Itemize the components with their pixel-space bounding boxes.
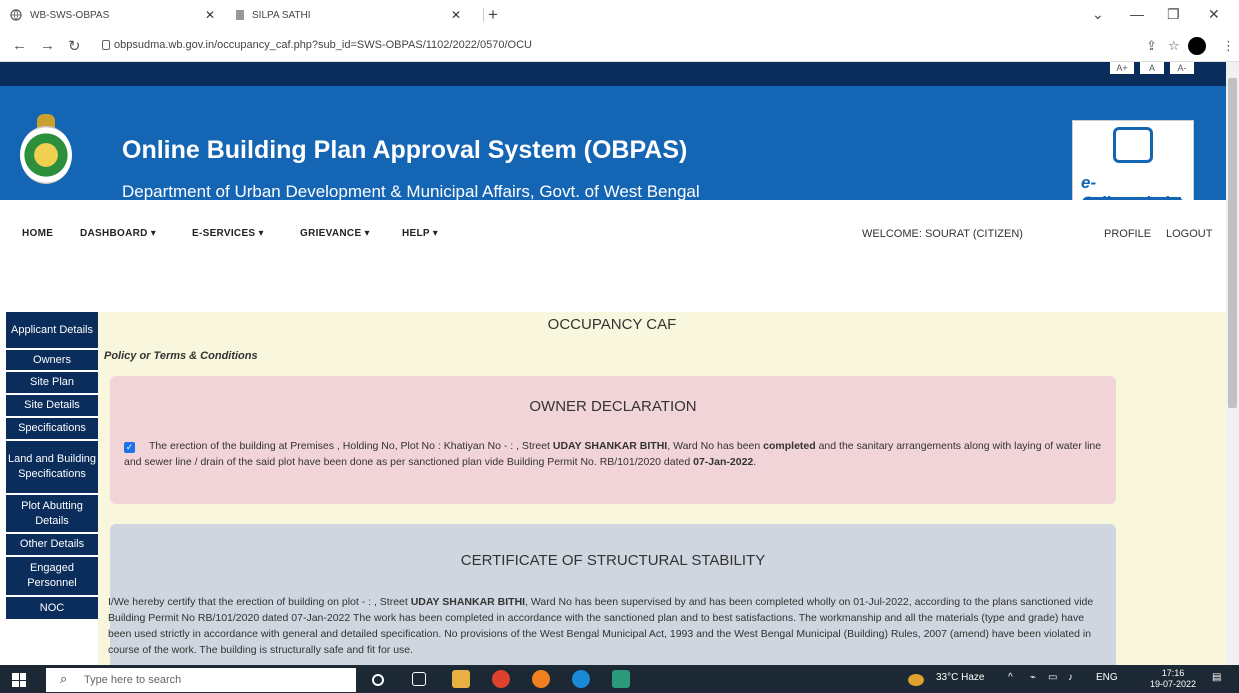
sidebar-item-other-details[interactable]: Other Details (6, 534, 98, 557)
top-strip: A+ A A- (0, 62, 1226, 86)
web-page: A+ A A- Online Building Plan Approval Sy… (0, 62, 1226, 665)
caf-sidebar: Applicant Details Owners Site Plan Site … (6, 312, 98, 621)
menu-help[interactable]: HELP ▾ (402, 228, 438, 239)
sidebar-item-specifications[interactable]: Specifications (6, 418, 98, 441)
structural-stability-text: I/We hereby certify that the erection of… (108, 594, 1108, 658)
back-arrow-icon[interactable]: ← (12, 37, 27, 54)
globe-icon (10, 9, 22, 21)
occupancy-caf-panel: OCCUPANCY CAF Policy or Terms & Conditio… (98, 312, 1226, 665)
sidebar-item-site-details[interactable]: Site Details (6, 395, 98, 418)
tab-title: SILPA SATHI (252, 9, 311, 21)
sidebar-item-noc[interactable]: NOC (6, 597, 98, 621)
declaration-text-part: , Ward No has been (667, 440, 764, 452)
structural-stability-box: CERTIFICATE OF STRUCTURAL STABILITY I/We… (108, 524, 1116, 665)
url-field[interactable]: obpsudma.wb.gov.in/occupancy_caf.php?sub… (114, 39, 532, 51)
kebab-menu-icon[interactable]: ⋮ (1222, 38, 1235, 54)
tray-chevron-icon[interactable]: ^ (1008, 672, 1013, 683)
network-icon[interactable]: ⌁ (1030, 672, 1036, 683)
windows-start-icon[interactable] (12, 673, 26, 687)
volume-icon[interactable]: ♪ (1068, 672, 1073, 683)
menu-e-services[interactable]: E-SERVICES ▾ (192, 228, 264, 239)
menu-dashboard[interactable]: DASHBOARD ▾ (80, 228, 156, 239)
reload-icon[interactable]: ↻ (68, 37, 81, 55)
declaration-checkbox[interactable]: ✓ (124, 442, 135, 453)
certificate-text-part: I/We hereby certify that the erection of… (108, 596, 411, 608)
font-normal-button[interactable]: A (1140, 62, 1164, 74)
font-decrease-button[interactable]: A- (1170, 62, 1194, 74)
sidebar-item-owners[interactable]: Owners (6, 350, 98, 372)
site-subtitle: Department of Urban Development & Munici… (122, 182, 700, 201)
bookmark-star-icon[interactable]: ☆ (1168, 38, 1180, 54)
owner-declaration-text: ✓ The erection of the building at Premise… (124, 438, 1104, 470)
task-view-icon[interactable] (412, 672, 426, 686)
cortana-icon[interactable] (372, 674, 384, 686)
notifications-icon[interactable]: ▤ (1212, 672, 1221, 683)
app-icon[interactable] (612, 670, 630, 688)
street-name: UDAY SHANKAR BITHI (410, 596, 526, 608)
battery-icon[interactable]: ▭ (1048, 672, 1057, 683)
taskbar-search-placeholder: Type here to search (84, 674, 182, 686)
lock-icon[interactable] (102, 40, 110, 50)
new-tab-plus-icon[interactable]: + (488, 5, 498, 25)
sidebar-item-land-building-specifications[interactable]: Land and Building Specifications (6, 441, 98, 495)
windows-taskbar: ⌕ Type here to search 33°C Haze ^ ⌁ ▭ ♪ … (0, 665, 1239, 693)
file-explorer-icon[interactable] (452, 670, 470, 688)
tab-separator (483, 8, 484, 22)
street-name: UDAY SHANKAR BITHI (552, 440, 668, 452)
share-icon[interactable]: ⇪ (1146, 38, 1157, 54)
system-clock[interactable]: 17:16 19-07-2022 (1150, 668, 1196, 690)
language-indicator[interactable]: ENG (1096, 672, 1118, 683)
tab-title: WB-SWS-OBPAS (30, 9, 110, 21)
permit-date: 07-Jan-2022 (693, 456, 754, 468)
edge-icon[interactable] (572, 670, 590, 688)
forward-arrow-icon[interactable]: → (40, 37, 55, 54)
site-banner: Online Building Plan Approval System (OB… (0, 86, 1226, 218)
tab-search-chevron-icon[interactable]: ⌄ (1092, 6, 1104, 23)
clock-date: 19-07-2022 (1150, 679, 1197, 689)
owner-declaration-box: OWNER DECLARATION ✓ The erection of the b… (110, 376, 1116, 504)
west-bengal-emblem-icon (20, 126, 72, 184)
menu-grievance[interactable]: GRIEVANCE ▾ (300, 228, 370, 239)
browser-tab-obpas[interactable]: WB-SWS-OBPAS ✕ (0, 0, 225, 30)
close-window-icon[interactable]: ✕ (1208, 6, 1220, 23)
policy-label: Policy or Terms & Conditions (104, 350, 258, 362)
clock-time: 17:16 (1161, 668, 1185, 678)
scrollbar-thumb[interactable] (1228, 78, 1237, 408)
site-title: Online Building Plan Approval System (OB… (122, 136, 688, 164)
search-icon: ⌕ (60, 671, 68, 686)
logout-link[interactable]: LOGOUT (1166, 228, 1212, 240)
restore-icon[interactable]: ❐ (1167, 6, 1180, 23)
chrome-icon[interactable] (492, 670, 510, 688)
weather-text[interactable]: 33°C Haze (936, 672, 984, 683)
sidebar-item-site-plan[interactable]: Site Plan (6, 372, 98, 395)
taskbar-search[interactable]: ⌕ Type here to search (46, 668, 356, 692)
sidebar-item-engaged-personnel[interactable]: Engaged Personnel (6, 557, 98, 597)
weather-icon[interactable] (908, 674, 924, 686)
minimize-icon[interactable]: — (1130, 6, 1144, 22)
sidebar-item-applicant-details[interactable]: Applicant Details (6, 312, 98, 350)
profile-link[interactable]: PROFILE (1104, 228, 1151, 240)
welcome-user-text: WELCOME: SOURAT (CITIZEN) (862, 228, 1023, 240)
page-title: OCCUPANCY CAF (547, 316, 677, 333)
browser-tab-silpa-sathi[interactable]: SILPA SATHI ✕ (226, 0, 471, 30)
declaration-text-part: The erection of the building at Premises… (149, 440, 553, 452)
declaration-text-part: . (753, 456, 757, 468)
address-bar: ← → ↻ obpsudma.wb.gov.in/occupancy_caf.p… (0, 30, 1239, 62)
sidebar-item-plot-abutting-details[interactable]: Plot Abutting Details (6, 495, 98, 534)
font-increase-button[interactable]: A+ (1110, 62, 1134, 74)
browser-profile-avatar[interactable] (1188, 37, 1206, 55)
firefox-icon[interactable] (532, 670, 550, 688)
owner-declaration-heading: OWNER DECLARATION (529, 398, 697, 415)
browser-tab-bar: WB-SWS-OBPAS ✕ SILPA SATHI ✕ + ⌄ — ❐ ✕ (0, 0, 1239, 30)
menu-home[interactable]: HOME (22, 228, 53, 239)
close-tab-icon[interactable]: ✕ (205, 8, 215, 22)
main-menu: HOME DASHBOARD ▾ E-SERVICES ▾ GRIEVANCE … (0, 200, 1226, 264)
house-logo-icon (1113, 127, 1153, 163)
completed-status: completed (763, 440, 816, 452)
close-tab-icon[interactable]: ✕ (451, 8, 461, 22)
page-icon (236, 10, 244, 20)
structural-stability-heading: CERTIFICATE OF STRUCTURAL STABILITY (460, 552, 766, 569)
